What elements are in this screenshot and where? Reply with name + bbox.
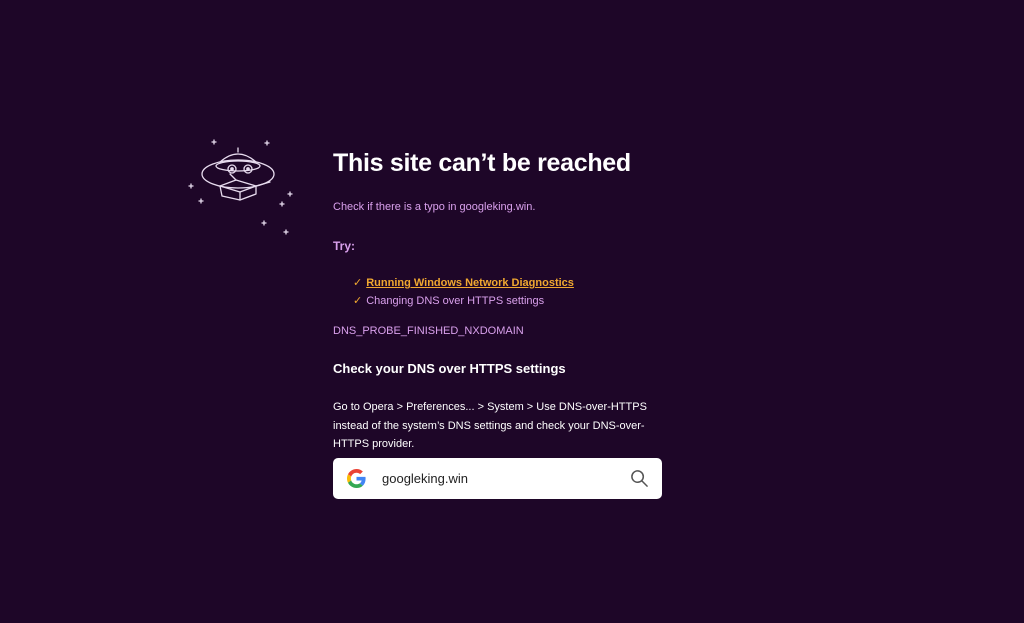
ufo-icon [186, 136, 296, 236]
checkmark-icon: ✓ [353, 295, 363, 307]
suggestion-list: ✓ Running Windows Network Diagnostics ✓ Ch… [333, 274, 673, 310]
error-code: DNS_PROBE_FINISHED_NXDOMAIN [333, 325, 524, 337]
search-icon[interactable] [630, 469, 649, 488]
search-box[interactable]: googleking.win [333, 458, 662, 499]
google-logo-icon [347, 469, 366, 488]
dns-settings-suggestion: Changing DNS over HTTPS settings [366, 295, 545, 307]
error-content: This site can’t be reached Check if ther… [333, 146, 673, 454]
search-input[interactable]: googleking.win [382, 470, 468, 487]
dns-heading: Check your DNS over HTTPS settings [333, 361, 566, 376]
dns-instructions: Go to Opera > Preferences... > System > … [333, 401, 647, 450]
page-title: This site can’t be reached [333, 149, 631, 177]
error-page: This site can’t be reached Check if ther… [0, 0, 1024, 623]
suggestion-item: ✓ Changing DNS over HTTPS settings [353, 292, 673, 310]
try-label: Try: [333, 239, 356, 253]
typo-hint: Check if there is a typo in googleking.w… [333, 201, 536, 213]
suggestion-item: ✓ Running Windows Network Diagnostics [353, 274, 673, 292]
network-diagnostics-link[interactable]: Running Windows Network Diagnostics [366, 277, 574, 289]
checkmark-icon: ✓ [353, 277, 363, 289]
